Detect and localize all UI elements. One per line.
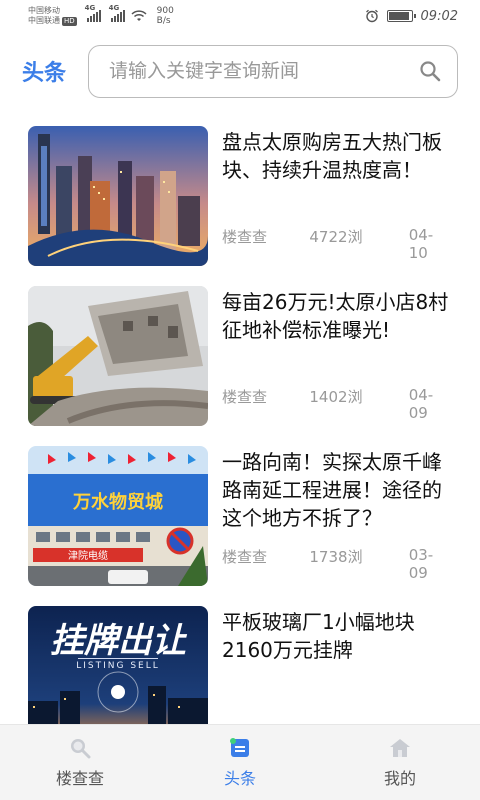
news-date: 04-09 [408, 386, 434, 422]
net-speed-value: 900 [156, 6, 174, 16]
news-views: 1402浏 [309, 388, 363, 406]
news-views: 1738浏 [309, 548, 363, 566]
bottom-nav: 楼查查 头条 我的 [0, 724, 480, 800]
news-meta: 楼查查 1738浏 03-09 [222, 546, 452, 582]
news-date: 04-10 [408, 226, 434, 262]
battery-icon [386, 10, 416, 22]
nav-item-mine[interactable]: 我的 [320, 725, 480, 800]
news-title[interactable]: 盘点太原购房五大热门板块、持续升温热度高！ [222, 128, 452, 184]
nav-item-toutiao[interactable]: 头条 [160, 725, 320, 800]
news-meta: 楼查查 4722浏 04-10 [222, 226, 452, 262]
carrier-1: 中国移动 [28, 6, 60, 15]
news-item[interactable]: 盘点太原购房五大热门板块、持续升温热度高！ 楼查查 4722浏 04-10 [0, 126, 480, 286]
nav-label-mine: 我的 [383, 768, 416, 788]
thumb-store-sign: 万水物贸城 [72, 491, 163, 513]
news-date: 03-09 [408, 546, 434, 582]
signal-icon: 4G [109, 4, 125, 22]
signal-type-2: 4G [108, 4, 120, 12]
carrier-info: 中国移动 中国联通 HD [28, 6, 77, 26]
news-views: 4722浏 [309, 228, 363, 246]
news-title[interactable]: 平板玻璃厂1小幅地块2160万元挂牌 [222, 608, 452, 664]
news-thumbnail-store-building[interactable]: 万水物贸城 津院电缆 [28, 446, 208, 586]
news-list: 盘点太原购房五大热门板块、持续升温热度高！ 楼查查 4722浏 04-10 每亩… [0, 126, 480, 724]
thumb-store-banner: 津院电缆 [68, 549, 108, 562]
wifi-icon [131, 10, 147, 21]
search-icon[interactable] [419, 60, 441, 82]
signal-type-1: 4G [84, 4, 96, 12]
news-title[interactable]: 每亩26万元!太原小店8村征地补偿标准曝光! [222, 288, 452, 344]
news-item[interactable]: 挂牌出让 LISTING SELL 平板玻璃厂1小幅地块2160万元挂牌 [0, 606, 480, 724]
news-source: 楼查查 [222, 548, 268, 566]
nav-label-louchacha: 楼查查 [55, 768, 104, 788]
news-item[interactable]: 万水物贸城 津院电缆 一路向南！实探太原千峰路南延工程进展！途径的这个地方不拆了… [0, 446, 480, 606]
news-thumbnail-city-skyline[interactable] [28, 126, 208, 266]
alarm-icon [365, 9, 378, 23]
status-bar: 中国移动 中国联通 HD 4G 4G 900 B/s 09:02 [0, 0, 480, 32]
news-icon [230, 737, 249, 757]
search-icon [71, 738, 91, 758]
news-title[interactable]: 一路向南！实探太原千峰路南延工程进展！途径的这个地方不拆了？ [222, 448, 452, 532]
news-source: 楼查查 [222, 228, 268, 246]
net-speed: 900 B/s [157, 6, 174, 26]
home-icon [390, 738, 410, 757]
news-meta: 楼查查 1402浏 04-09 [222, 386, 452, 422]
search-input[interactable] [109, 60, 419, 82]
header: 头条 [0, 44, 480, 98]
news-source: 楼查查 [222, 388, 268, 406]
clock: 09:02 [420, 8, 458, 24]
news-thumbnail-demolition[interactable] [28, 286, 208, 426]
hd-badge: HD [62, 16, 77, 26]
nav-item-louchacha[interactable]: 楼查查 [0, 725, 160, 800]
news-thumbnail-listing-sell[interactable]: 挂牌出让 LISTING SELL [28, 606, 208, 724]
carrier-2: 中国联通 [28, 16, 60, 25]
news-item[interactable]: 每亩26万元!太原小店8村征地补偿标准曝光! 楼查查 1402浏 04-09 [0, 286, 480, 446]
signal-icon: 4G [85, 4, 101, 22]
net-speed-unit: B/s [156, 16, 171, 26]
brand-title: 头条 [22, 61, 67, 86]
thumb-listing-title: 挂牌出让 [50, 621, 188, 661]
thumb-listing-subtitle: LISTING SELL [76, 661, 160, 671]
search-bar[interactable] [88, 44, 458, 98]
nav-label-toutiao: 头条 [223, 768, 256, 788]
